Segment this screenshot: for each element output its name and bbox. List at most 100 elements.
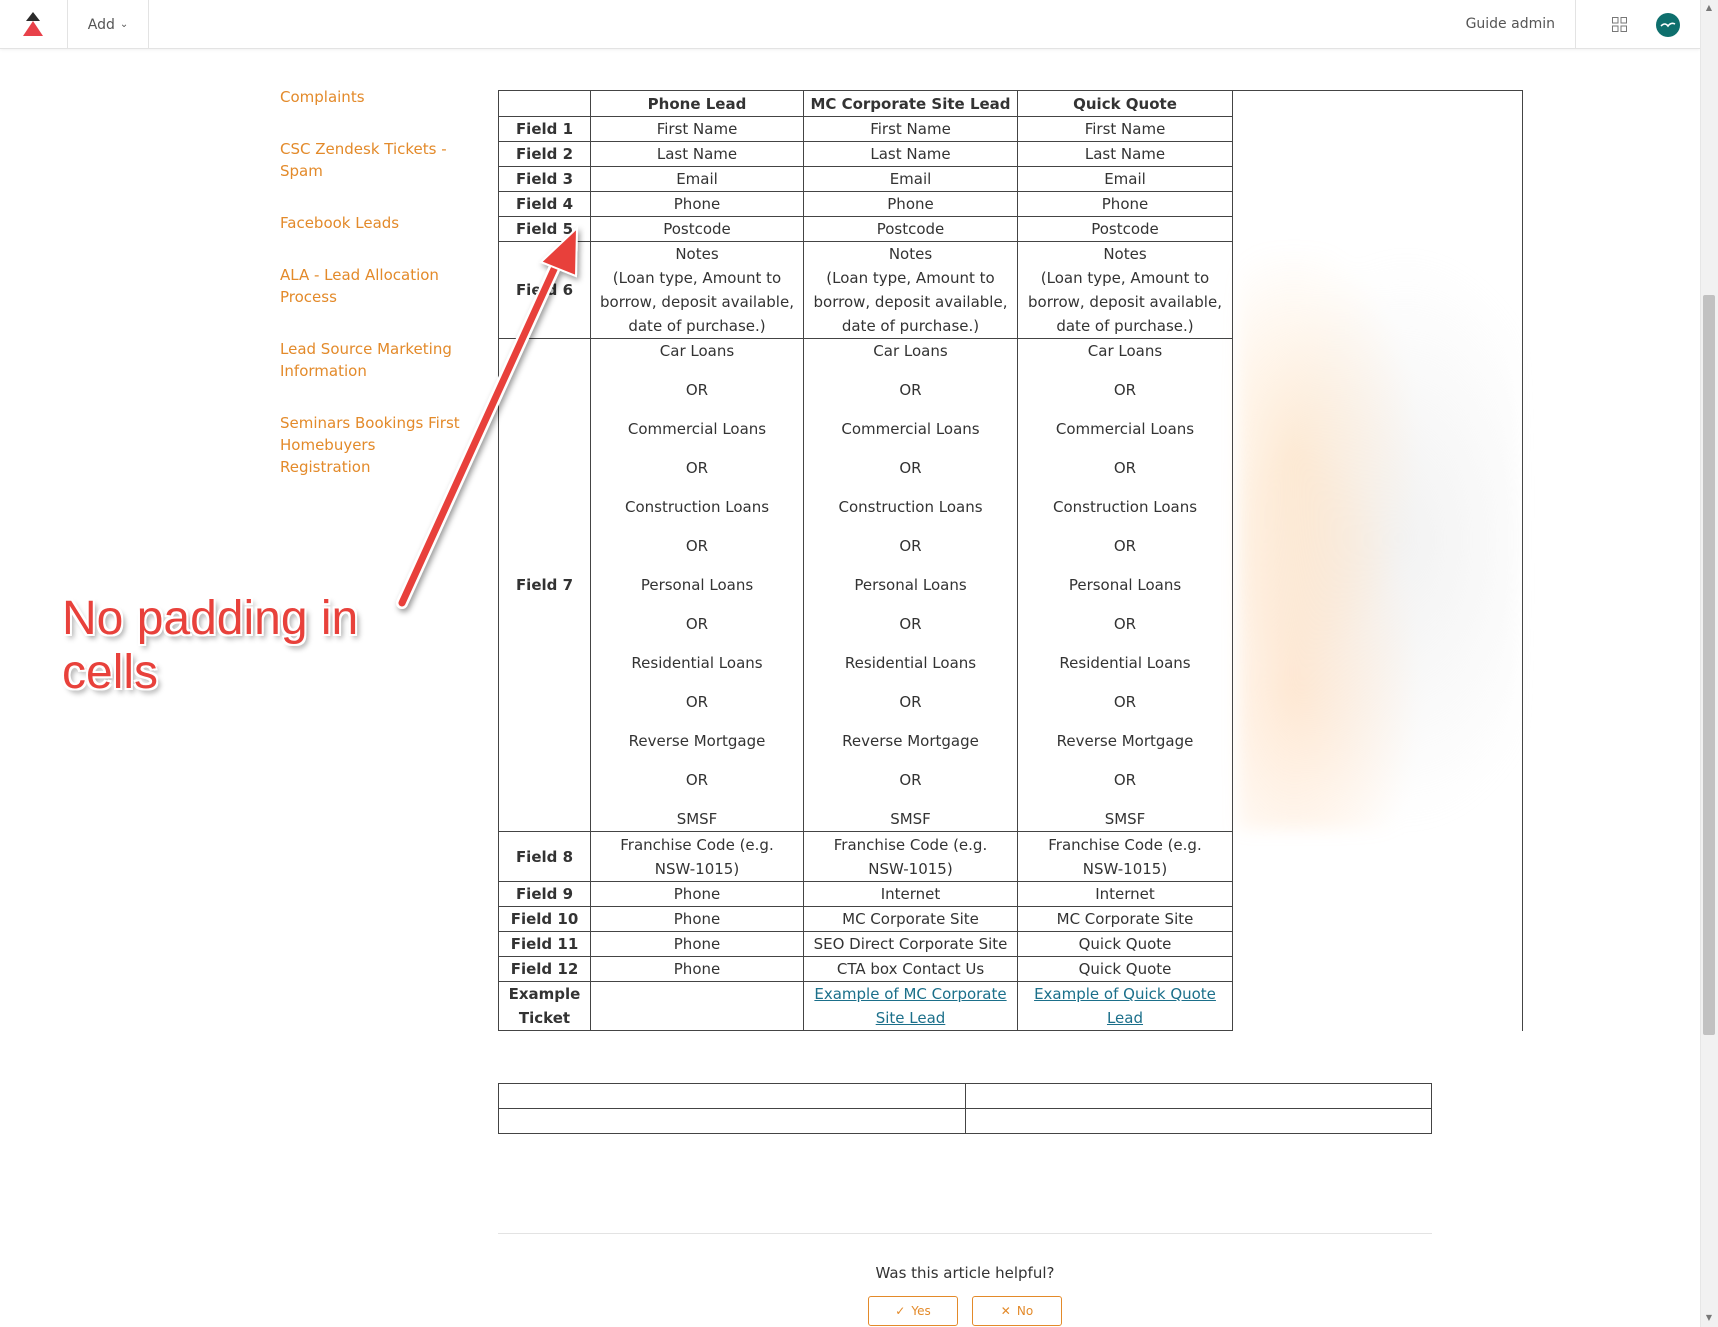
- table-cell: CTA box Contact Us: [803, 956, 1018, 982]
- table-cell: [498, 1108, 966, 1134]
- table-cell: Quick Quote: [1017, 931, 1233, 957]
- option-spacer: [804, 519, 1017, 534]
- loan-option: SMSF: [676, 810, 718, 828]
- loan-option: Reverse Mortgage: [628, 732, 766, 750]
- table-cell: Postcode: [1017, 216, 1233, 242]
- vote-no-button[interactable]: ✕ No: [972, 1296, 1062, 1326]
- row-label: Field 6: [498, 241, 591, 339]
- empty-table: [498, 1083, 1432, 1134]
- or-separator: OR: [899, 381, 922, 399]
- article-sidebar: Complaints CSC Zendesk Tickets - Spam Fa…: [280, 86, 460, 508]
- table-cell: Notes (Loan type, Amount to borrow, depo…: [803, 241, 1018, 339]
- option-spacer: [804, 792, 1017, 807]
- or-separator: OR: [1113, 459, 1137, 477]
- table-cell: Phone: [590, 881, 804, 907]
- add-menu-button[interactable]: Add ⌄: [67, 0, 149, 49]
- table-cell: Internet: [803, 881, 1018, 907]
- sidebar-item-facebook-leads[interactable]: Facebook Leads: [280, 212, 460, 234]
- quick-quote-example-link[interactable]: Example of Quick Quote Lead: [1034, 985, 1216, 1027]
- user-avatar[interactable]: [1656, 13, 1680, 37]
- or-separator: OR: [685, 615, 709, 633]
- option-spacer: [1018, 714, 1232, 729]
- option-spacer: [1018, 519, 1232, 534]
- option-spacer: [804, 402, 1017, 417]
- table-cell: Email: [590, 166, 804, 192]
- option-spacer: [1018, 363, 1232, 378]
- or-separator: OR: [1113, 381, 1137, 399]
- option-spacer: [591, 636, 803, 651]
- option-spacer: [591, 597, 803, 612]
- option-spacer: [804, 636, 1017, 651]
- table-header-row: Phone Lead MC Corporate Site Lead Quick …: [498, 90, 1523, 1031]
- sidebar-item-ala[interactable]: ALA - Lead Allocation Process: [280, 264, 460, 308]
- loan-option: Construction Loans: [1052, 498, 1198, 516]
- or-separator: OR: [899, 693, 922, 711]
- table-cell: Example of Quick Quote Lead: [1017, 981, 1233, 1031]
- row-label: Field 4: [498, 191, 591, 217]
- option-spacer: [804, 714, 1017, 729]
- table-cell: Internet: [1017, 881, 1233, 907]
- table-cell: [498, 1083, 966, 1109]
- loan-option: Car Loans: [1087, 342, 1163, 360]
- extra-column-cell: [1232, 90, 1523, 1031]
- table-cell: Email: [1017, 166, 1233, 192]
- sidebar-item-complaints[interactable]: Complaints: [280, 86, 460, 108]
- row-label: Example Ticket: [498, 981, 591, 1031]
- table-cell: MC Corporate Site: [1017, 906, 1233, 932]
- table-cell: Phone: [1017, 191, 1233, 217]
- row-label: Field 11: [498, 931, 591, 957]
- loan-option: Car Loans: [659, 342, 735, 360]
- home-logo-icon[interactable]: [18, 10, 48, 38]
- or-separator: OR: [1113, 537, 1137, 555]
- or-separator: OR: [685, 459, 709, 477]
- or-separator: OR: [685, 381, 709, 399]
- loan-option: Reverse Mortgage: [842, 732, 979, 750]
- or-separator: OR: [685, 771, 709, 789]
- scroll-up-arrow-icon[interactable]: ▲: [1704, 3, 1714, 13]
- loan-option: Construction Loans: [624, 498, 770, 516]
- option-spacer: [804, 753, 1017, 768]
- loan-option: Residential Loans: [631, 654, 763, 672]
- scrollbar-thumb[interactable]: [1703, 295, 1715, 1035]
- sidebar-item-seminars[interactable]: Seminars Bookings First Homebuyers Regis…: [280, 412, 460, 478]
- option-spacer: [591, 675, 803, 690]
- scroll-down-arrow-icon[interactable]: ▼: [1704, 1313, 1714, 1323]
- table-cell: [964, 1108, 1432, 1134]
- or-separator: OR: [899, 459, 922, 477]
- table-cell: Postcode: [803, 216, 1018, 242]
- table-cell: Phone: [590, 191, 804, 217]
- table-cell: [964, 1083, 1432, 1109]
- chevron-down-icon: ⌄: [119, 19, 129, 30]
- table-cell: Notes (Loan type, Amount to borrow, depo…: [590, 241, 804, 339]
- table-cell: Phone: [803, 191, 1018, 217]
- option-spacer: [591, 402, 803, 417]
- vote-yes-button[interactable]: ✓ Yes: [868, 1296, 958, 1326]
- loan-option: Commercial Loans: [841, 420, 980, 438]
- option-spacer: [804, 363, 1017, 378]
- table-cell: Example of MC Corporate Site Lead: [803, 981, 1018, 1031]
- vote-no-label: No: [1016, 1304, 1034, 1318]
- apps-grid-icon[interactable]: [1612, 17, 1627, 32]
- table-row: [498, 1108, 1432, 1134]
- option-spacer: [804, 558, 1017, 573]
- loan-options-cell: Car Loans OR Commercial Loans OR Constructio…: [590, 338, 804, 832]
- table-cell: Email: [803, 166, 1018, 192]
- sidebar-item-lead-source[interactable]: Lead Source Marketing Information: [280, 338, 460, 382]
- table-cell: First Name: [1017, 116, 1233, 142]
- table-cell: Quick Quote: [1017, 956, 1233, 982]
- mc-corporate-example-link[interactable]: Example of MC Corporate Site Lead: [814, 985, 1006, 1027]
- row-label: Field 10: [498, 906, 591, 932]
- option-spacer: [804, 675, 1017, 690]
- sidebar-item-csc-zendesk[interactable]: CSC Zendesk Tickets - Spam: [280, 138, 460, 182]
- table-cell: MC Corporate Site: [803, 906, 1018, 932]
- table-cell: Phone: [590, 931, 804, 957]
- helpful-question: Was this article helpful?: [875, 1264, 1055, 1282]
- option-spacer: [591, 519, 803, 534]
- or-separator: OR: [1113, 615, 1137, 633]
- loan-option: Residential Loans: [844, 654, 977, 672]
- row-label: Field 12: [498, 956, 591, 982]
- avatar-bird-icon: [1660, 22, 1676, 28]
- guide-admin-link[interactable]: Guide admin: [1466, 0, 1576, 49]
- loan-option: Reverse Mortgage: [1056, 732, 1194, 750]
- option-spacer: [591, 753, 803, 768]
